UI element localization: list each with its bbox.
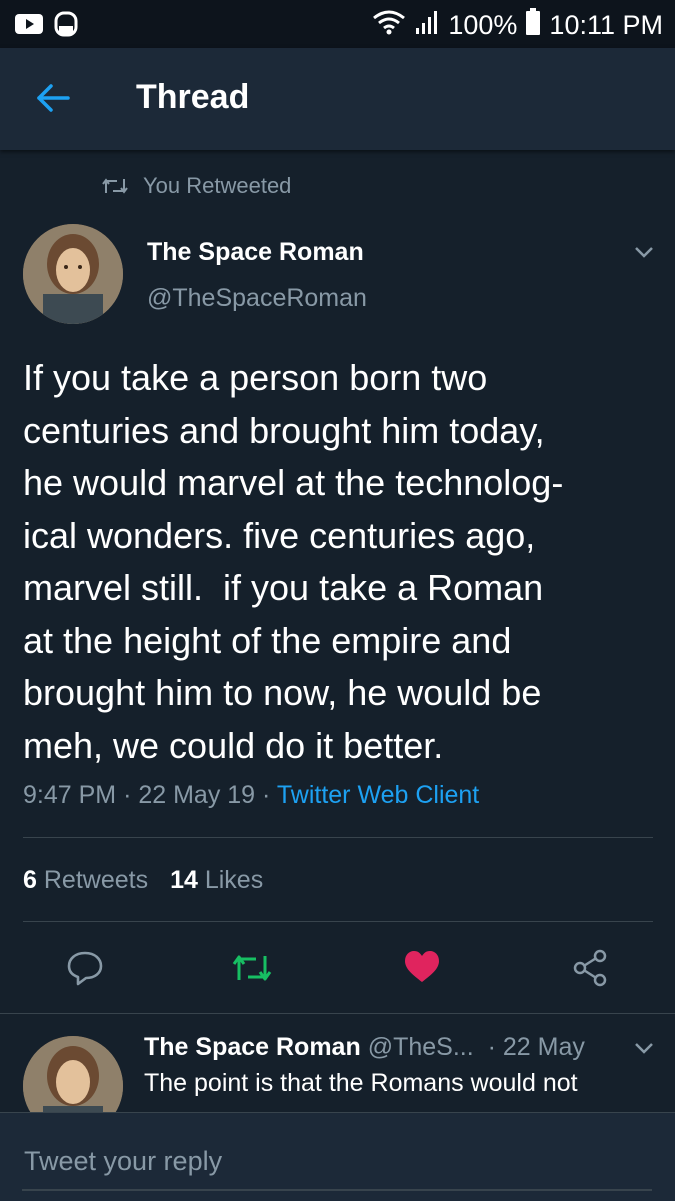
divider — [23, 921, 653, 922]
author-handle[interactable]: @TheSpaceRoman — [147, 284, 367, 313]
chevron-down-icon[interactable] — [632, 244, 656, 265]
tweet-text: If you take a person born two centuries … — [23, 357, 564, 766]
meta-separator: · — [123, 781, 139, 809]
back-arrow-icon[interactable] — [34, 78, 74, 118]
tweet-date: 22 May 19 — [138, 781, 256, 809]
signal-icon — [414, 9, 440, 42]
reply-compose-bar — [0, 1112, 675, 1201]
tweet-meta: 9:47 PM · 22 May 19 · Twitter Web Client — [23, 781, 479, 810]
share-icon[interactable] — [572, 949, 608, 992]
input-underline — [22, 1189, 652, 1191]
clock: 10:11 PM — [549, 10, 663, 40]
reply-author-handle[interactable]: @TheS... — [368, 1033, 474, 1061]
retweets-label: Retweets — [43, 866, 149, 894]
reply-date: 22 May — [502, 1033, 585, 1061]
retweets-stat[interactable]: 6 Retweets — [23, 866, 148, 894]
status-bar: 100% 10:11 PM — [0, 0, 675, 48]
meta-separator: · — [480, 1033, 496, 1061]
android-face-icon — [54, 10, 78, 43]
retweeted-label: You Retweeted — [143, 173, 292, 198]
reply-input[interactable] — [22, 1137, 656, 1185]
divider — [0, 1013, 675, 1014]
likes-label: Likes — [204, 866, 264, 894]
divider — [23, 837, 653, 838]
reply-icon[interactable] — [66, 950, 104, 991]
battery-icon — [525, 8, 541, 43]
reply-text: The point is that the Romans would not — [144, 1069, 578, 1097]
youtube-icon — [14, 11, 44, 42]
tweet-stats: 6 Retweets 14 Likes — [23, 866, 263, 895]
battery-percent: 100% — [448, 10, 518, 40]
author-name[interactable]: The Space Roman — [147, 238, 364, 267]
client-link[interactable]: Twitter Web Client — [277, 781, 479, 809]
heart-icon[interactable] — [403, 949, 441, 990]
retweet-icon — [102, 177, 128, 200]
wifi-icon — [372, 9, 406, 42]
likes-count: 14 — [170, 866, 198, 894]
likes-stat[interactable]: 14 Likes — [170, 866, 263, 894]
meta-separator: · — [262, 781, 277, 809]
page-title: Thread — [136, 78, 250, 116]
reply-chevron-down-icon[interactable] — [632, 1040, 656, 1061]
reply-author-name[interactable]: The Space Roman — [144, 1033, 361, 1061]
avatar[interactable] — [23, 224, 123, 324]
tweet-time: 9:47 PM — [23, 781, 117, 809]
app-bar: Thread — [0, 48, 675, 150]
retweet-button-icon[interactable] — [232, 952, 272, 989]
reply-header: The Space Roman @TheS... · 22 May — [144, 1033, 585, 1062]
retweets-count: 6 — [23, 866, 37, 894]
